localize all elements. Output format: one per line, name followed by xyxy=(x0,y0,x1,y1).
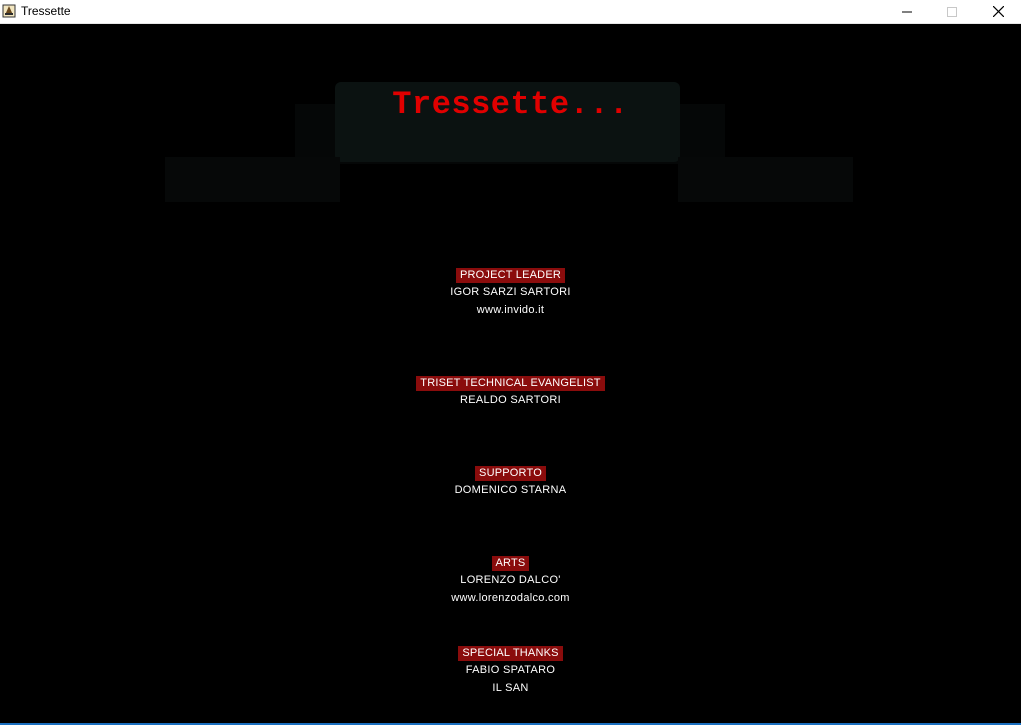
background-decoration xyxy=(678,157,853,202)
role-badge: PROJECT LEADER xyxy=(455,268,565,283)
role-badge: SPECIAL THANKS xyxy=(458,646,563,661)
card-app-icon xyxy=(2,4,16,18)
title-bar[interactable]: Tressette xyxy=(0,0,1021,24)
credit-name: REALDO SARTORI xyxy=(460,394,561,406)
role-badge: ARTS xyxy=(491,556,530,571)
credit-name: DOMENICO STARNA xyxy=(454,484,567,496)
credit-website: www.invido.it xyxy=(476,304,545,316)
credit-name: IL SAN xyxy=(492,682,529,694)
maximize-icon xyxy=(947,6,957,17)
credit-block-arts: ARTS LORENZO DALCO' www.lorenzodalco.com xyxy=(0,553,1021,607)
game-title: Tressette... xyxy=(392,86,629,123)
credit-website: www.lorenzodalco.com xyxy=(451,592,570,604)
credit-name: LORENZO DALCO' xyxy=(460,574,561,586)
role-badge: TRISET TECHNICAL EVANGELIST xyxy=(416,376,605,391)
close-button[interactable] xyxy=(975,0,1021,23)
credits-screen: Tressette... PROJECT LEADER IGOR SARZI S… xyxy=(0,24,1021,725)
background-decoration xyxy=(165,157,340,202)
credit-block-project-leader: PROJECT LEADER IGOR SARZI SARTORI www.in… xyxy=(0,265,1021,319)
minimize-button[interactable] xyxy=(884,0,930,23)
window-title: Tressette xyxy=(21,4,71,18)
credit-block-technical-evangelist: TRISET TECHNICAL EVANGELIST REALDO SARTO… xyxy=(0,373,1021,409)
close-icon xyxy=(992,6,1004,17)
credit-block-special-thanks: SPECIAL THANKS FABIO SPATARO IL SAN xyxy=(0,643,1021,697)
credit-block-supporto: SUPPORTO DOMENICO STARNA xyxy=(0,463,1021,499)
role-badge: SUPPORTO xyxy=(475,466,546,481)
app-window: Tressette Tressette... PROJECT LEADER IG… xyxy=(0,0,1021,725)
credit-name: FABIO SPATARO xyxy=(465,664,556,676)
minimize-icon xyxy=(902,11,912,12)
maximize-button[interactable] xyxy=(929,0,975,23)
credit-name: IGOR SARZI SARTORI xyxy=(450,286,571,298)
